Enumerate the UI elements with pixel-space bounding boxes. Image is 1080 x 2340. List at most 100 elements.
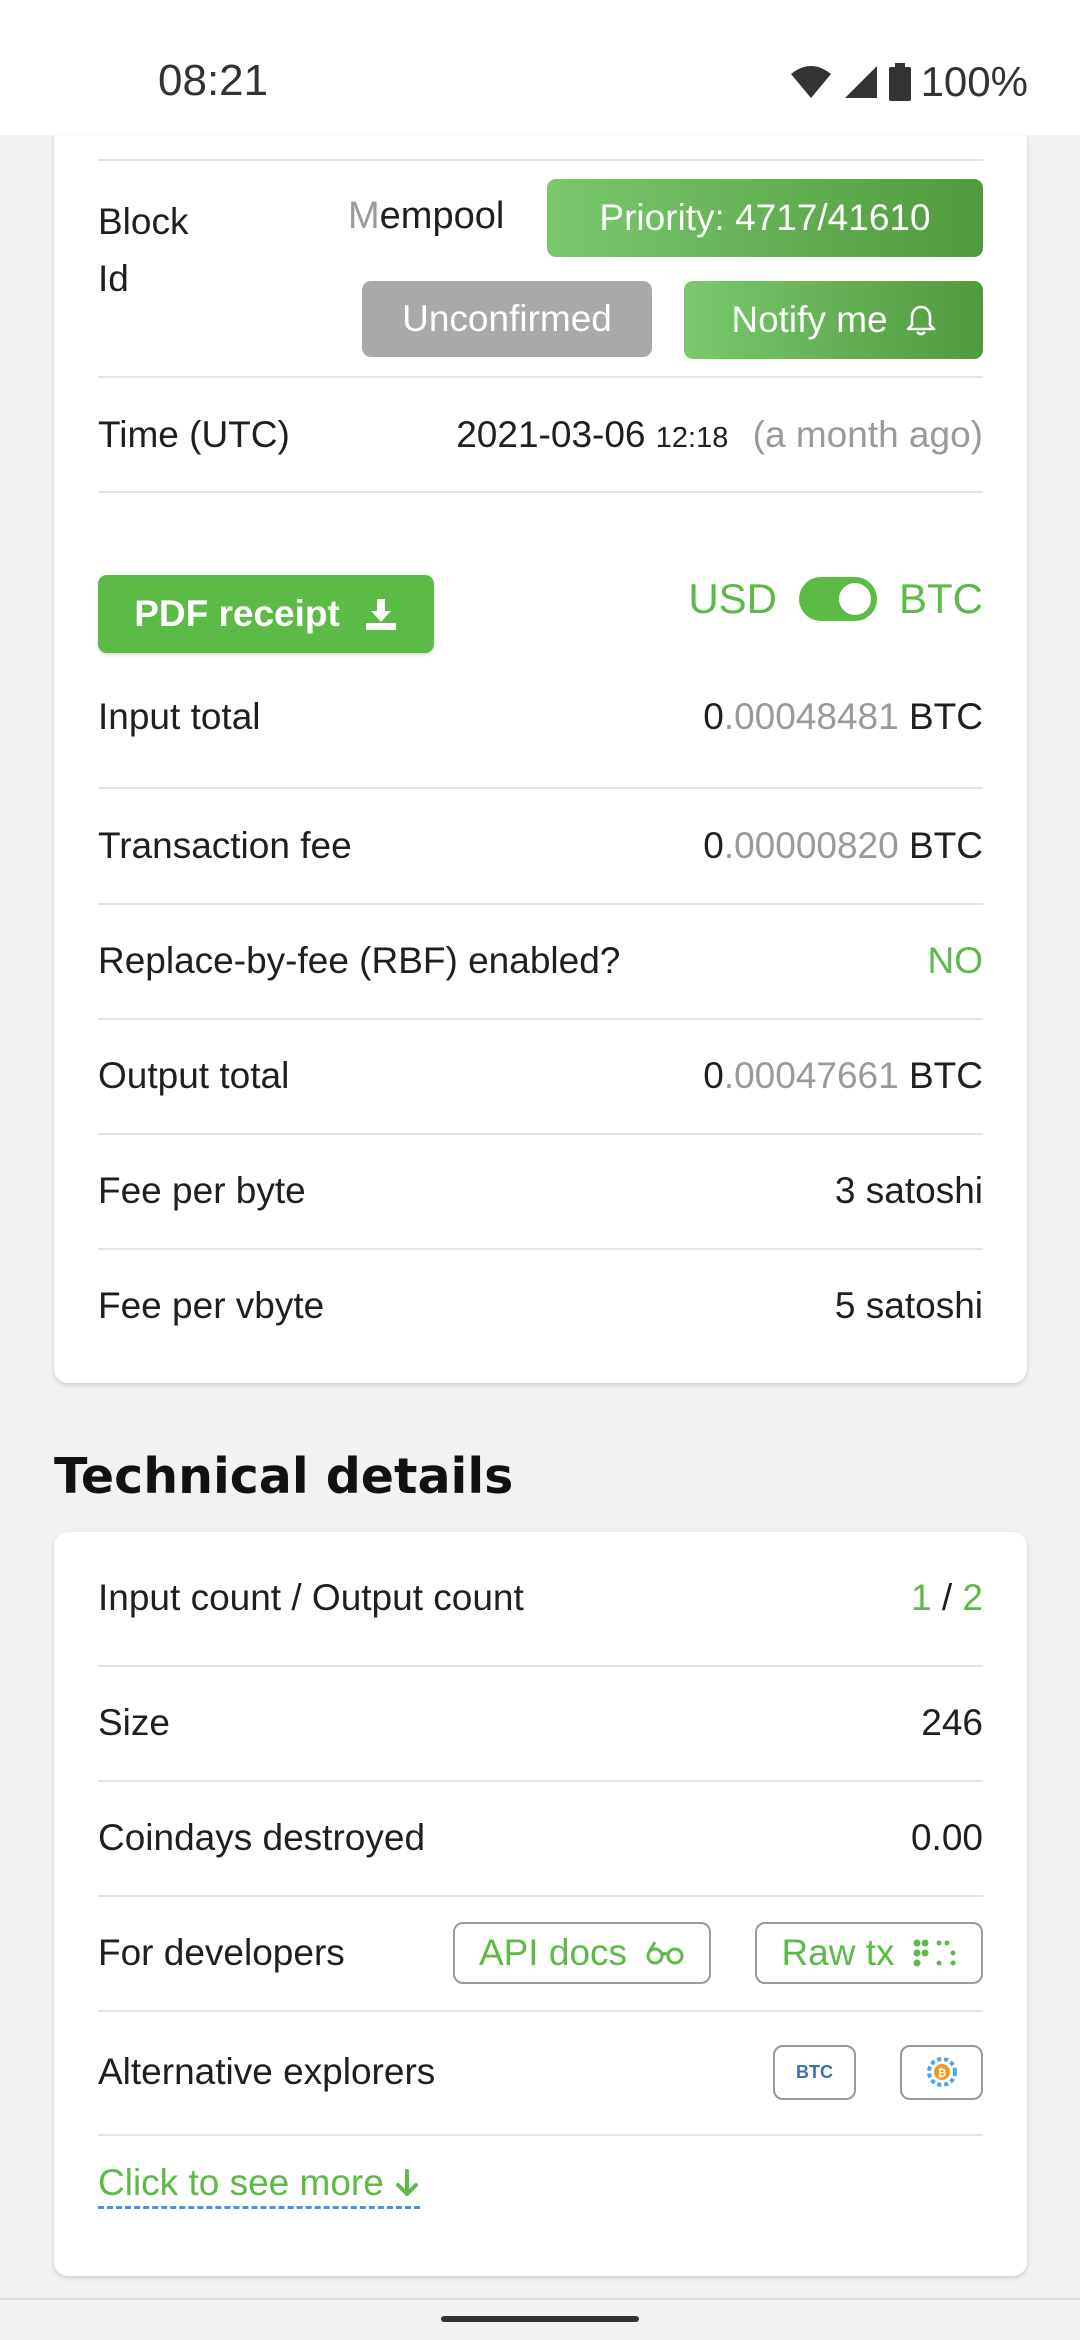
io-count-row: Input count / Output count 1 / 2 — [98, 1532, 983, 1664]
cell-signal-icon — [844, 66, 877, 98]
transaction-fee-row: Transaction fee 0.00000820 BTC — [98, 791, 983, 901]
fee-per-byte-label: Fee per byte — [98, 1170, 306, 1211]
transaction-fee-label: Transaction fee — [98, 825, 352, 866]
see-more-label: Click to see more — [98, 2162, 384, 2203]
divider — [98, 1248, 983, 1250]
currency-usd-label: USD — [688, 575, 777, 622]
status-bar: 08:21 100% — [0, 0, 1080, 135]
io-separator: / — [941, 1577, 953, 1618]
status-icons: 100% — [789, 58, 1028, 106]
svg-text:₿: ₿ — [937, 2067, 946, 2080]
divider — [98, 376, 983, 378]
time-relative: (a month ago) — [752, 414, 983, 455]
braille-icon — [913, 1939, 956, 1967]
alt-explorer-links: BTC ₿ — [773, 2044, 983, 2100]
api-docs-label: API docs — [478, 1932, 628, 1973]
coindays-label: Coindays destroyed — [98, 1817, 426, 1858]
fee-per-vbyte-value: 5 satoshi — [834, 1285, 983, 1326]
api-docs-button[interactable]: API docs — [453, 1922, 711, 1984]
fee-per-byte-row: Fee per byte 3 satoshi — [98, 1136, 983, 1246]
glasses-icon — [646, 1941, 684, 1965]
status-time: 08:21 — [158, 56, 269, 105]
divider — [98, 903, 983, 905]
raw-tx-label: Raw tx — [781, 1932, 895, 1973]
developer-links: API docs Raw tx — [453, 1922, 983, 1984]
block-id-label: Block Id — [98, 201, 189, 299]
amount-unit: BTC — [909, 1055, 983, 1096]
time-label: Time (UTC) — [98, 414, 290, 455]
divider — [98, 491, 983, 493]
divider — [98, 787, 983, 789]
rbf-value: NO — [927, 940, 984, 981]
priority-badge: Priority: 4717/41610 — [547, 179, 983, 257]
size-label: Size — [98, 1702, 170, 1743]
time-date: 2021-03-06 — [456, 414, 646, 455]
input-total-label: Input total — [98, 696, 261, 737]
output-count-link[interactable]: 2 — [962, 1577, 983, 1618]
time-value: 2021-03-06 12:18 (a month ago) — [456, 414, 983, 456]
notify-me-label: Notify me — [731, 299, 888, 340]
io-count-label: Input count / Output count — [98, 1577, 524, 1618]
mempool-text: empool — [379, 195, 505, 237]
fee-per-vbyte-row: Fee per vbyte 5 satoshi — [98, 1251, 983, 1361]
home-indicator[interactable] — [441, 2316, 639, 2322]
input-count-link[interactable]: 1 — [911, 1577, 932, 1618]
arrow-down-icon — [395, 2169, 418, 2196]
input-total-row: Input total 0.00048481 BTC — [98, 677, 983, 757]
rbf-label: Replace-by-fee (RBF) enabled? — [98, 940, 621, 981]
amount-int: 0 — [703, 825, 724, 866]
size-row: Size 246 — [98, 1667, 983, 1779]
transaction-summary-card: Block Id Mempool Priority: 4717/41610 Un… — [54, 135, 1027, 1383]
technical-details-title: Technical details — [54, 1448, 514, 1505]
coindays-value: 0.00 — [910, 1817, 983, 1858]
divider — [98, 159, 983, 161]
output-total-row: Output total 0.00047661 BTC — [98, 1021, 983, 1131]
download-icon — [365, 599, 396, 630]
coindays-row: Coindays destroyed 0.00 — [98, 1782, 983, 1894]
fee-per-byte-value: 3 satoshi — [834, 1170, 983, 1211]
currency-btc-label: BTC — [899, 575, 983, 622]
input-total-value: 0.00048481 BTC — [703, 696, 983, 738]
currency-toggle-group: USD BTC — [688, 575, 983, 623]
pdf-receipt-label: PDF receipt — [134, 593, 340, 634]
amount-frac: .00000820 — [723, 825, 899, 866]
divider — [98, 2134, 983, 2136]
divider — [98, 1018, 983, 1020]
nav-divider — [0, 2298, 1080, 2300]
size-value: 246 — [921, 1702, 983, 1743]
amount-frac: .00047661 — [723, 1055, 899, 1096]
amount-unit: BTC — [909, 825, 983, 866]
time-row: Time (UTC) 2021-03-06 12:18 (a month ago… — [98, 395, 983, 475]
bitcoin-gear-icon: ₿ — [926, 2057, 957, 2087]
btc-explorer-button[interactable]: BTC — [773, 2044, 856, 2100]
amount-int: 0 — [703, 1055, 724, 1096]
unconfirmed-badge: Unconfirmed — [362, 281, 652, 357]
notify-me-button[interactable]: Notify me — [684, 281, 983, 359]
bitcoin-explorer-button[interactable]: ₿ — [900, 2044, 983, 2100]
battery-percent: 100% — [920, 58, 1028, 105]
amount-frac: .00048481 — [723, 696, 899, 737]
time-clock: 12:18 — [655, 422, 729, 454]
wifi-icon — [790, 66, 831, 98]
developers-label: For developers — [98, 1932, 345, 1973]
transaction-fee-value: 0.00000820 BTC — [703, 825, 983, 867]
amount-int: 0 — [703, 696, 724, 737]
technical-details-card: Input count / Output count 1 / 2 Size 24… — [54, 1532, 1027, 2276]
see-more-link[interactable]: Click to see more — [98, 2162, 420, 2209]
mempool-letter: M — [348, 195, 380, 237]
divider — [98, 1133, 983, 1135]
output-total-value: 0.00047661 BTC — [703, 1055, 983, 1097]
bell-icon — [906, 305, 935, 336]
pdf-receipt-button[interactable]: PDF receipt — [98, 575, 434, 653]
toggle-knob — [839, 583, 871, 615]
currency-toggle[interactable] — [799, 577, 877, 621]
rbf-row: Replace-by-fee (RBF) enabled? NO — [98, 906, 983, 1016]
alt-explorers-row: Alternative explorers BTC ₿ — [98, 2012, 983, 2132]
raw-tx-button[interactable]: Raw tx — [755, 1922, 983, 1984]
btc-badge-text: BTC — [796, 2061, 833, 2082]
io-count-value: 1 / 2 — [911, 1577, 983, 1619]
output-total-label: Output total — [98, 1055, 290, 1096]
mempool-label: Mempool — [348, 195, 504, 238]
fee-per-vbyte-label: Fee per vbyte — [98, 1285, 325, 1326]
battery-icon — [888, 63, 911, 101]
